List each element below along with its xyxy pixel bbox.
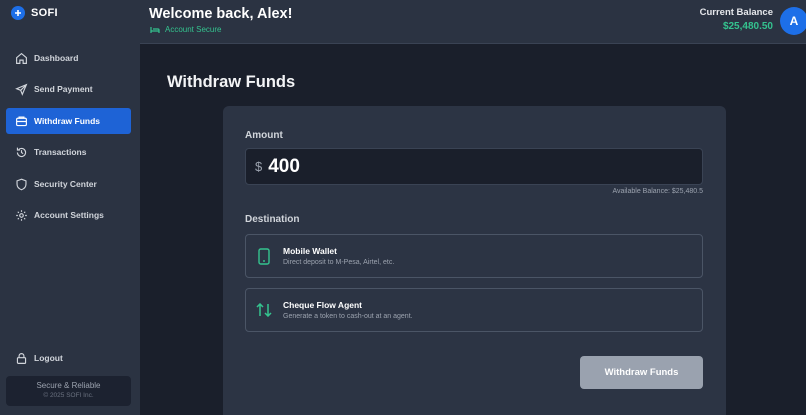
sidebar-item-label: Security Center (34, 179, 97, 189)
history-icon (16, 147, 27, 157)
option-description: Generate a token to cash-out at an agent… (283, 313, 413, 320)
currency-symbol: $ (255, 159, 263, 174)
amount-input[interactable]: $ 400 (245, 148, 703, 185)
sidebar-item-label: Dashboard (34, 53, 79, 63)
gear-icon (16, 209, 27, 221)
amount-value[interactable]: 400 (268, 156, 300, 178)
sidebar: SOFI Dashboard Send Payment Withdraw Fun… (0, 0, 140, 415)
sidebar-item-label: Transactions (34, 147, 87, 157)
amount-label: Amount (245, 130, 283, 141)
sidebar-item-dashboard[interactable]: Dashboard (6, 45, 131, 71)
page-title: Withdraw Funds (167, 73, 296, 91)
account-status: Account Secure (150, 25, 221, 34)
sidebar-item-label: Withdraw Funds (34, 116, 101, 126)
destination-label: Destination (245, 214, 300, 225)
shield-icon (16, 178, 27, 190)
option-cheque-flow-agent[interactable]: Cheque Flow Agent Generate a token to ca… (245, 288, 703, 332)
option-mobile-wallet[interactable]: Mobile Wallet Direct deposit to M-Pesa, … (245, 234, 703, 278)
balance-label: Current Balance (699, 7, 773, 18)
account-status-label: Account Secure (165, 25, 222, 34)
send-icon (15, 83, 28, 96)
option-title: Mobile Wallet (283, 246, 337, 256)
sidebar-item-transactions[interactable]: Transactions (6, 139, 131, 165)
topbar: Welcome back, Alex! Account Secure Curre… (140, 0, 806, 44)
logout-button[interactable]: Logout (6, 345, 131, 371)
phone-icon (256, 247, 272, 265)
sidebar-footer: Secure & Reliable © 2025 SOFI Inc. (6, 376, 131, 406)
avatar[interactable]: A (780, 7, 806, 35)
sidebar-item-send-payment[interactable]: Send Payment (6, 76, 131, 102)
option-description: Direct deposit to M-Pesa, Airtel, etc. (283, 259, 395, 266)
available-balance: Available Balance: $25,480.5 (612, 188, 703, 195)
brand-logo-icon (11, 6, 25, 20)
welcome-heading: Welcome back, Alex! (149, 6, 293, 22)
logout-label: Logout (34, 353, 63, 363)
sidebar-item-account-settings[interactable]: Account Settings (6, 202, 131, 228)
withdraw-card: Amount $ 400 Available Balance: $25,480.… (223, 106, 726, 415)
sidebar-item-label: Account Settings (34, 210, 104, 220)
footer-title: Secure & Reliable (36, 381, 101, 390)
balance-value: $25,480.50 (722, 21, 773, 32)
sidebar-item-withdraw-funds[interactable]: Withdraw Funds (6, 108, 131, 134)
withdraw-funds-button[interactable]: Withdraw Funds (580, 356, 703, 389)
footer-copyright: © 2025 SOFI Inc. (43, 392, 94, 399)
transfer-arrows-icon (256, 301, 272, 319)
bed-icon (150, 26, 160, 33)
option-title: Cheque Flow Agent (283, 300, 363, 310)
wallet-icon (16, 115, 27, 126)
brand[interactable]: SOFI (11, 6, 58, 20)
lock-icon (16, 352, 27, 364)
home-icon (16, 52, 27, 64)
sidebar-item-label: Send Payment (34, 84, 93, 94)
sidebar-item-security-center[interactable]: Security Center (6, 171, 131, 197)
brand-name: SOFI (31, 7, 58, 19)
